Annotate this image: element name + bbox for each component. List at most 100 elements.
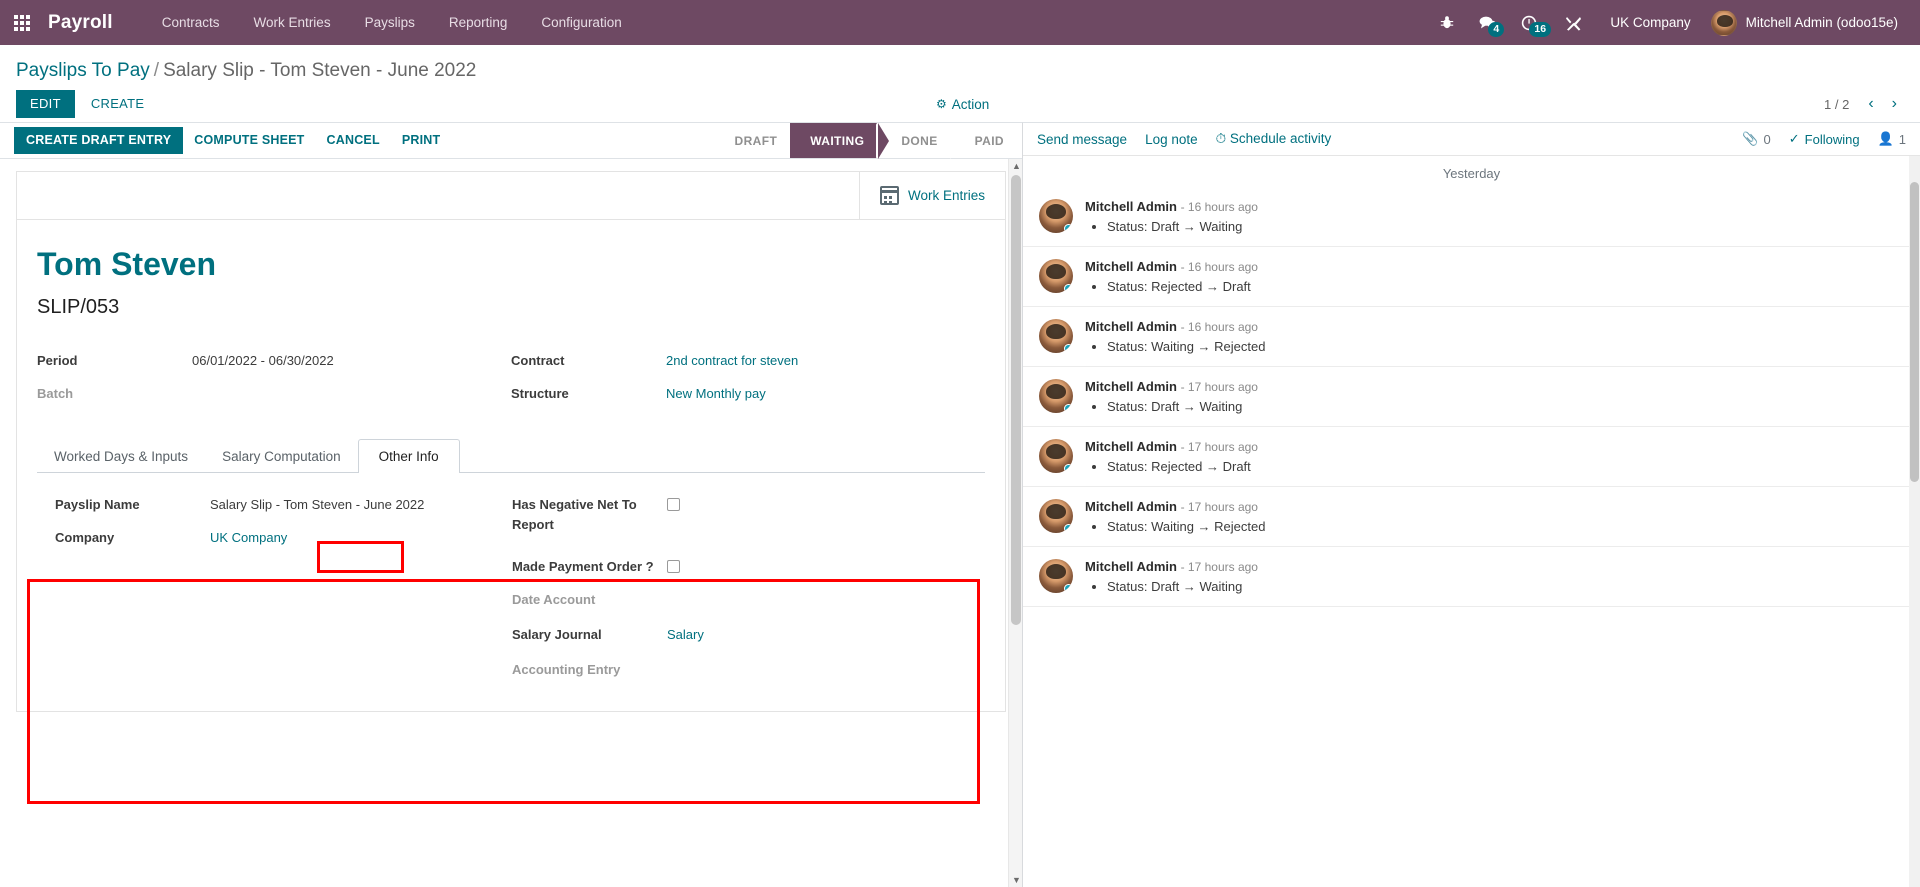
create-draft-entry-button[interactable]: CREATE DRAFT ENTRY [14, 127, 184, 154]
stage-waiting[interactable]: WAITING [790, 123, 890, 159]
message-author[interactable]: Mitchell Admin [1085, 559, 1177, 574]
stage-paid[interactable]: PAID [949, 123, 1022, 159]
scroll-up-arrow-icon[interactable]: ▲ [1012, 161, 1021, 171]
message-author[interactable]: Mitchell Admin [1085, 319, 1177, 334]
field-date-account-label: Date Account [512, 592, 596, 607]
main-area: CREATE DRAFT ENTRY COMPUTE SHEET CANCEL … [0, 122, 1920, 887]
field-structure-value[interactable]: New Monthly pay [666, 384, 766, 403]
user-name: Mitchell Admin (odoo15e) [1745, 15, 1898, 30]
messages-icon[interactable]: 4 [1466, 15, 1509, 37]
menu-payslips[interactable]: Payslips [348, 0, 432, 45]
company-switcher[interactable]: UK Company [1594, 15, 1706, 30]
field-payslip-name: Payslip Name Salary Slip - Tom Steven - … [55, 495, 512, 514]
breadcrumb-separator: / [153, 60, 160, 81]
breadcrumb-parent[interactable]: Payslips To Pay [16, 60, 150, 81]
field-has-negative-net-checkbox[interactable] [667, 498, 680, 511]
field-period-value[interactable]: 06/01/2022 - 06/30/2022 [192, 351, 334, 370]
chatter-toolbar-right: 📎 0 ✓ Following 👤 1 [1742, 131, 1906, 147]
menu-configuration[interactable]: Configuration [524, 0, 638, 45]
menu-reporting[interactable]: Reporting [432, 0, 525, 45]
app-brand-payroll[interactable]: Payroll [48, 12, 113, 34]
field-contract: Contract 2nd contract for steven [511, 351, 985, 370]
message-body: Mitchell Admin - 16 hours ago Status: Wa… [1085, 319, 1902, 354]
message-author[interactable]: Mitchell Admin [1085, 439, 1177, 454]
message-body: Mitchell Admin - 17 hours ago Status: Wa… [1085, 499, 1902, 534]
message-item: Mitchell Admin - 17 hours ago Status: Re… [1023, 427, 1920, 487]
create-button[interactable]: CREATE [81, 90, 155, 118]
message-item: Mitchell Admin - 17 hours ago Status: Dr… [1023, 367, 1920, 427]
cancel-button[interactable]: CANCEL [316, 127, 391, 154]
attachments-button[interactable]: 📎 0 [1742, 131, 1770, 147]
fields-left-column: Period 06/01/2022 - 06/30/2022 Batch [37, 351, 511, 417]
bug-icon[interactable] [1428, 15, 1466, 30]
message-header: Mitchell Admin - 16 hours ago [1085, 319, 1902, 334]
message-timestamp: - 16 hours ago [1180, 260, 1258, 274]
message-author[interactable]: Mitchell Admin [1085, 199, 1177, 214]
paperclip-icon: 📎 [1742, 131, 1759, 146]
action-label: Action [951, 96, 990, 112]
field-contract-value[interactable]: 2nd contract for steven [666, 351, 798, 370]
chatter-scroll-thumb[interactable] [1910, 182, 1919, 482]
message-author[interactable]: Mitchell Admin [1085, 259, 1177, 274]
message-author[interactable]: Mitchell Admin [1085, 499, 1177, 514]
avatar [1039, 439, 1073, 473]
online-status-dot [1064, 344, 1073, 353]
field-company-value[interactable]: UK Company [210, 528, 287, 547]
tab-worked-days-and-inputs[interactable]: Worked Days & Inputs [37, 439, 205, 473]
apps-grid-icon[interactable] [14, 14, 30, 31]
print-button[interactable]: PRINT [391, 127, 452, 154]
calendar-icon [879, 186, 899, 205]
user-menu[interactable]: Mitchell Admin (odoo15e) [1707, 9, 1906, 36]
message-author[interactable]: Mitchell Admin [1085, 379, 1177, 394]
scroll-down-arrow-icon[interactable]: ▼ [1012, 875, 1021, 885]
field-has-negative-net: Has Negative Net To Report [512, 495, 981, 535]
action-menu[interactable]: ⚙ Action [936, 97, 989, 112]
message-text: Status: Draft → Waiting [1107, 579, 1902, 594]
followers-count: 1 [1898, 131, 1906, 147]
form-sheet: Work Entries Tom Steven SLIP/053 Period … [16, 171, 1006, 712]
fields-right-column: Contract 2nd contract for steven Structu… [511, 351, 985, 417]
edit-button[interactable]: EDIT [16, 90, 75, 118]
message-body: Mitchell Admin - 17 hours ago Status: Dr… [1085, 559, 1902, 594]
chatter-toolbar: Send message Log note ⏱ Schedule activit… [1023, 123, 1920, 156]
activities-clock-icon[interactable]: 16 [1509, 15, 1553, 37]
stage-statusbar: DRAFT WAITING DONE PAID [714, 123, 1022, 159]
field-salary-journal-value[interactable]: Salary [667, 625, 704, 644]
message-header: Mitchell Admin - 16 hours ago [1085, 259, 1902, 274]
following-button[interactable]: ✓ Following [1789, 131, 1860, 147]
top-navbar: Payroll Contracts Work Entries Payslips … [0, 0, 1920, 45]
menu-work-entries[interactable]: Work Entries [237, 0, 348, 45]
form-scrollbar[interactable]: ▲ ▼ [1008, 159, 1022, 887]
schedule-activity-button[interactable]: ⏱ Schedule activity [1216, 131, 1332, 147]
message-item: Mitchell Admin - 16 hours ago Status: Dr… [1023, 187, 1920, 247]
work-entries-stat-button[interactable]: Work Entries [858, 172, 1005, 219]
followers-button[interactable]: 👤 1 [1878, 131, 1906, 147]
compute-sheet-button[interactable]: COMPUTE SHEET [183, 127, 315, 154]
pager-next-icon[interactable]: › [1885, 95, 1904, 113]
field-date-account: Date Account [512, 590, 981, 609]
field-batch: Batch [37, 384, 511, 403]
form-statusbar: CREATE DRAFT ENTRY COMPUTE SHEET CANCEL … [0, 123, 1022, 159]
message-header: Mitchell Admin - 16 hours ago [1085, 199, 1902, 214]
tools-icon[interactable] [1553, 15, 1594, 31]
pager-prev-icon[interactable]: ‹ [1861, 95, 1880, 113]
field-payslip-name-label: Payslip Name [55, 497, 140, 512]
field-contract-label: Contract [511, 353, 565, 368]
stage-draft[interactable]: DRAFT [714, 123, 792, 158]
notebook-tabs: Worked Days & Inputs Salary Computation … [37, 439, 985, 473]
chatter-scrollbar[interactable] [1909, 156, 1920, 887]
tab-salary-computation[interactable]: Salary Computation [205, 439, 358, 473]
field-made-payment-order: Made Payment Order ? [512, 557, 981, 576]
message-header: Mitchell Admin - 17 hours ago [1085, 499, 1902, 514]
field-payslip-name-value[interactable]: Salary Slip - Tom Steven - June 2022 [210, 495, 424, 514]
day-separator: Yesterday [1442, 166, 1501, 181]
menu-contracts[interactable]: Contracts [145, 0, 237, 45]
tab-other-info[interactable]: Other Info [357, 439, 460, 473]
message-timestamp: - 17 hours ago [1180, 380, 1258, 394]
field-made-payment-order-checkbox[interactable] [667, 560, 680, 573]
message-header: Mitchell Admin - 17 hours ago [1085, 379, 1902, 394]
send-message-button[interactable]: Send message [1037, 132, 1127, 147]
log-note-button[interactable]: Log note [1145, 132, 1198, 147]
field-period: Period 06/01/2022 - 06/30/2022 [37, 351, 511, 370]
form-scroll-thumb[interactable] [1011, 175, 1021, 625]
